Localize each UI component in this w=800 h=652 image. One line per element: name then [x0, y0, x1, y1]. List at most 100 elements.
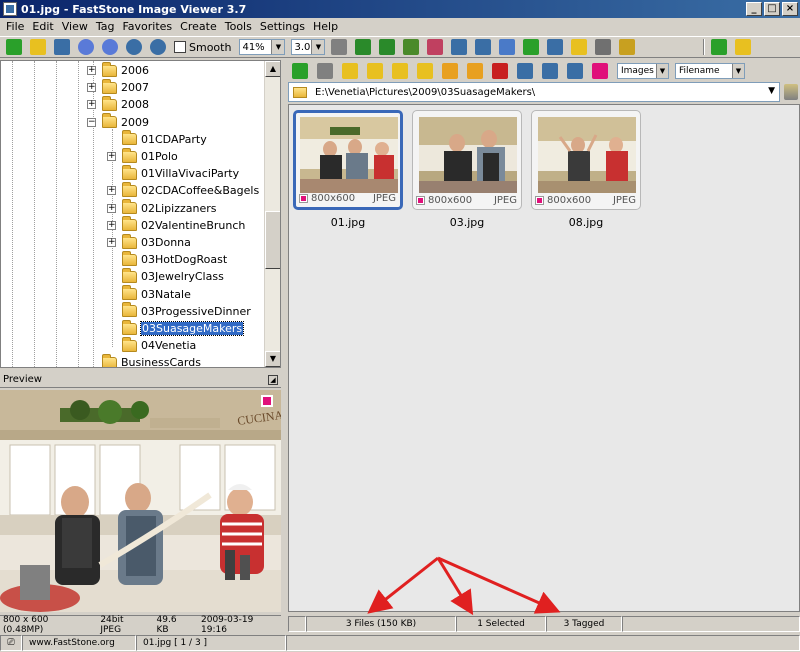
- menu-tools[interactable]: Tools: [221, 20, 256, 33]
- tree-item[interactable]: 03HotDogRoast: [107, 250, 227, 268]
- thumbnail-filename[interactable]: 01.jpg: [293, 216, 403, 229]
- thumbnail[interactable]: 800x600 JPEG: [531, 110, 641, 210]
- tree-item[interactable]: +01Polo: [107, 147, 178, 165]
- rotate-right-icon[interactable]: [475, 39, 492, 55]
- menu-file[interactable]: File: [2, 20, 28, 33]
- tree-item[interactable]: 03SuasageMakers: [107, 319, 245, 337]
- hand-icon[interactable]: [331, 39, 348, 55]
- expander-icon[interactable]: +: [107, 220, 116, 230]
- broom-icon[interactable]: [784, 84, 798, 100]
- copy-to-icon[interactable]: [442, 63, 458, 79]
- minimize-button[interactable]: _: [746, 2, 762, 16]
- tree-item[interactable]: 01CDAParty: [107, 130, 207, 148]
- refresh-icon[interactable]: [367, 63, 383, 79]
- email-icon[interactable]: [571, 39, 588, 55]
- ratio-select[interactable]: 3.0 ▼: [291, 39, 326, 55]
- new-folder-icon[interactable]: [417, 63, 433, 79]
- menu-create[interactable]: Create: [176, 20, 221, 33]
- tree-item[interactable]: +03Donna: [107, 233, 191, 251]
- expander-icon[interactable]: −: [87, 117, 96, 127]
- expander-icon[interactable]: +: [107, 203, 116, 213]
- zoom-select[interactable]: 41% ▼: [239, 39, 286, 55]
- kitchen-photo: CUCINA: [0, 390, 281, 612]
- menu-edit[interactable]: Edit: [28, 20, 57, 33]
- tree-item[interactable]: +2008: [87, 95, 149, 113]
- layout-alt-icon[interactable]: [735, 39, 752, 55]
- website-link[interactable]: www.FastStone.org: [22, 635, 136, 651]
- zoom-out-icon[interactable]: [150, 39, 166, 55]
- tree-item[interactable]: 03ProgessiveDinner: [107, 302, 251, 320]
- save-icon[interactable]: [54, 39, 70, 55]
- path-combobox[interactable]: E:\Venetia\Pictures\2009\03SuasageMakers…: [288, 82, 780, 102]
- print-icon[interactable]: [595, 39, 612, 55]
- thumbnail-browser[interactable]: 800x600 JPEG 01.jpg 800x600 JPEG 03.jpg 800x60…: [288, 104, 800, 612]
- expander-icon[interactable]: +: [107, 238, 116, 247]
- sort-value: Filename: [679, 66, 720, 76]
- move-to-icon[interactable]: [467, 63, 483, 79]
- go-forward-icon[interactable]: [317, 63, 333, 79]
- sort-select[interactable]: Filename ▼: [675, 63, 745, 79]
- menu-help[interactable]: Help: [309, 20, 342, 33]
- smooth-checkbox[interactable]: [174, 41, 186, 53]
- scroll-up-icon[interactable]: ▲: [265, 61, 280, 77]
- details-icon[interactable]: [517, 63, 533, 79]
- prev-icon[interactable]: [78, 39, 94, 55]
- expander-icon[interactable]: +: [87, 66, 96, 75]
- tree-item[interactable]: BusinessCards: [87, 353, 201, 367]
- browse-icon[interactable]: [30, 39, 46, 55]
- slideshow-icon[interactable]: [523, 39, 540, 55]
- go-back-icon[interactable]: [292, 63, 308, 79]
- close-button[interactable]: ×: [782, 2, 798, 16]
- expander-icon[interactable]: +: [107, 186, 116, 196]
- resize-icon[interactable]: [355, 39, 372, 55]
- thumbnail[interactable]: 800x600 JPEG: [293, 110, 403, 210]
- expander-icon[interactable]: +: [107, 152, 116, 161]
- tag-icon[interactable]: [592, 63, 608, 79]
- scroll-thumb[interactable]: [265, 211, 280, 269]
- tree-item[interactable]: 03JewelryClass: [107, 267, 224, 285]
- tree-item[interactable]: +02ValentineBrunch: [107, 216, 245, 234]
- list-icon[interactable]: [542, 63, 558, 79]
- fullscreen-icon[interactable]: [547, 39, 564, 55]
- tree-item[interactable]: 01VillaVivaciParty: [107, 164, 239, 182]
- menu-favorites[interactable]: Favorites: [118, 20, 176, 33]
- delete-icon[interactable]: [492, 63, 508, 79]
- check-icon[interactable]: [619, 39, 636, 55]
- tree-item[interactable]: +02Lipizzaners: [107, 199, 217, 217]
- thumbnails-icon[interactable]: [499, 39, 516, 55]
- tree-scrollbar[interactable]: ▲ ▼: [264, 61, 280, 367]
- filter-select[interactable]: Images ▼: [617, 63, 669, 79]
- rotate-left-icon[interactable]: [451, 39, 468, 55]
- tree-item[interactable]: +2007: [87, 78, 149, 96]
- tree-item[interactable]: 03Natale: [107, 285, 191, 303]
- folder-up-icon[interactable]: [342, 63, 358, 79]
- tree-item[interactable]: − 2009: [87, 113, 149, 131]
- screen-icon[interactable]: ⎚: [0, 635, 22, 651]
- next-icon[interactable]: [102, 39, 118, 55]
- tree-item[interactable]: 04Venetia: [107, 336, 196, 354]
- scroll-down-icon[interactable]: ▼: [265, 351, 280, 367]
- menu-view[interactable]: View: [58, 20, 92, 33]
- tile-icon[interactable]: [567, 63, 583, 79]
- open-icon[interactable]: [6, 39, 22, 55]
- maximize-button[interactable]: □: [764, 2, 780, 16]
- zoom-in-icon[interactable]: [126, 39, 142, 55]
- menu-settings[interactable]: Settings: [256, 20, 309, 33]
- crop-icon[interactable]: [379, 39, 396, 55]
- chevron-down-icon[interactable]: ▼: [768, 86, 775, 96]
- tree-item[interactable]: +2006: [87, 61, 149, 79]
- pin-icon[interactable]: ◢: [268, 375, 278, 385]
- thumbnail[interactable]: 800x600 JPEG: [412, 110, 522, 210]
- menu-tag[interactable]: Tag: [92, 20, 119, 33]
- redeye-icon[interactable]: [427, 39, 444, 55]
- thumbnail-filename[interactable]: 03.jpg: [412, 216, 522, 229]
- favorite-icon[interactable]: [392, 63, 408, 79]
- view-toggle-icon[interactable]: [288, 616, 306, 632]
- draw-icon[interactable]: [403, 39, 420, 55]
- folder-tree[interactable]: +2006 +2007 +2008−2009 01CDAParty +01Polo 01V…: [0, 60, 281, 368]
- thumbnail-filename[interactable]: 08.jpg: [531, 216, 641, 229]
- tree-item[interactable]: +02CDACoffee&Bagels: [107, 181, 259, 199]
- expander-icon[interactable]: +: [87, 83, 96, 93]
- layout-icon[interactable]: [711, 39, 728, 55]
- expander-icon[interactable]: +: [87, 100, 96, 110]
